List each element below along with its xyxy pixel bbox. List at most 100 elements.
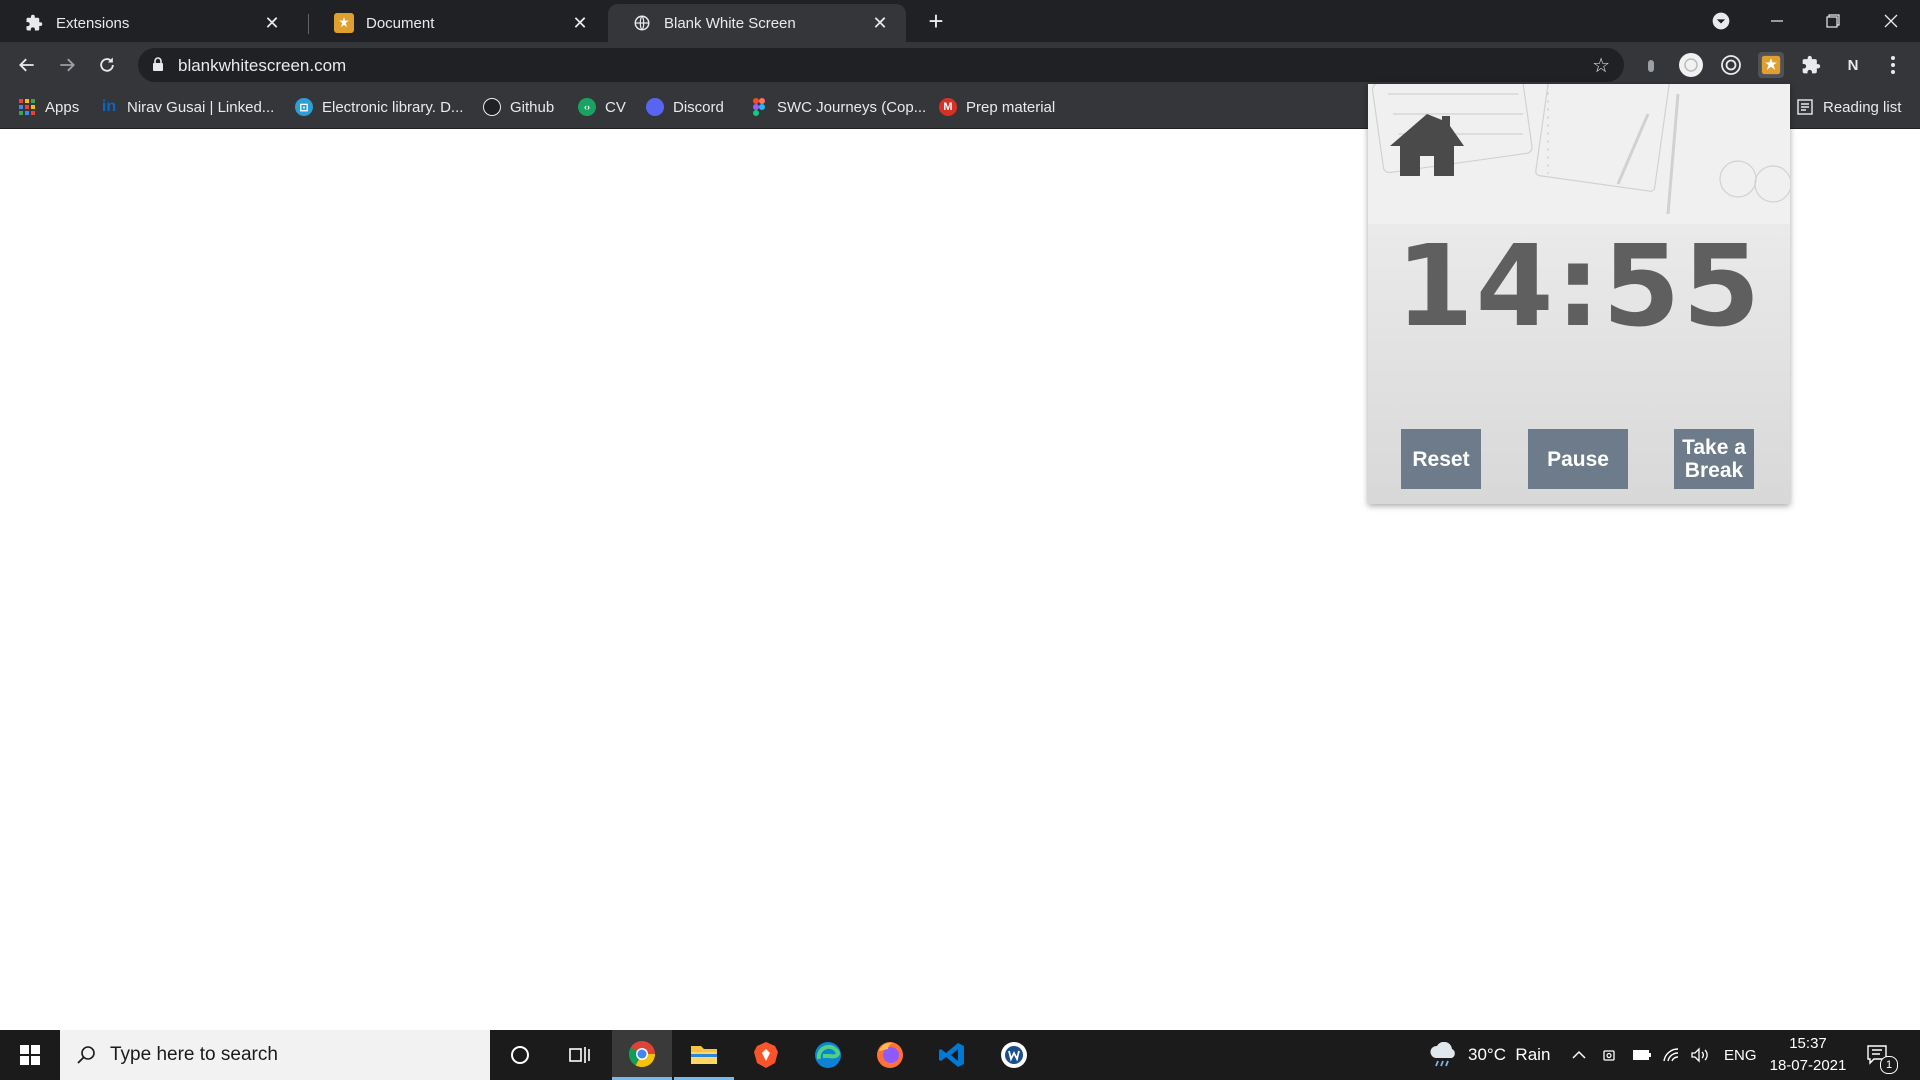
restore-icon xyxy=(1826,14,1840,28)
extension-button[interactable] xyxy=(1638,52,1664,78)
library-icon: ⊡ xyxy=(295,98,313,116)
minimize-button[interactable] xyxy=(1748,0,1806,42)
windows-taskbar: Type here to search 30°C Rain ENG 15:37 … xyxy=(0,1030,1920,1080)
tab-strip: Extensions ✕ Document ✕ Blank White Scre… xyxy=(0,0,1920,42)
apps-grid-icon xyxy=(18,98,36,116)
cortana-button[interactable] xyxy=(490,1030,550,1080)
weather-text: 30°C Rain xyxy=(1468,1045,1551,1064)
new-tab-button[interactable]: + xyxy=(922,8,950,36)
vscode-icon xyxy=(939,1043,964,1067)
tab-title: Extensions xyxy=(56,14,130,32)
cv-icon: ‹› xyxy=(578,98,596,116)
taskbar-edge[interactable] xyxy=(798,1030,858,1080)
tab-blank-white-screen[interactable]: Blank White Screen ✕ xyxy=(608,4,906,42)
tab-search-button[interactable] xyxy=(1692,0,1750,42)
action-center-button[interactable]: 1 xyxy=(1866,1030,1898,1080)
cortana-circle-icon xyxy=(511,1046,529,1064)
minimize-icon xyxy=(1771,20,1783,22)
close-window-button[interactable] xyxy=(1862,0,1920,42)
bookmark-star-icon[interactable]: ☆ xyxy=(1592,53,1610,78)
input-language[interactable]: ENG xyxy=(1724,1030,1757,1080)
globe-icon xyxy=(632,13,652,33)
close-tab-icon[interactable]: ✕ xyxy=(260,13,284,34)
target-icon xyxy=(1721,55,1741,75)
bookmark-swc-journeys[interactable]: SWC Journeys (Cop... xyxy=(750,98,926,116)
speaker-icon xyxy=(1691,1047,1708,1063)
extension-button[interactable] xyxy=(1718,52,1744,78)
chevron-up-icon xyxy=(1572,1050,1586,1059)
chrome-icon xyxy=(628,1040,656,1067)
meet-now-button[interactable] xyxy=(1602,1030,1618,1080)
clock[interactable]: 15:37 18-07-2021 xyxy=(1768,1030,1848,1080)
bookmark-electronic-library[interactable]: ⊡ Electronic library. D... xyxy=(295,98,463,116)
taskbar-app[interactable] xyxy=(984,1030,1044,1080)
volume-button[interactable] xyxy=(1690,1030,1710,1080)
bookmark-cv[interactable]: ‹› CV xyxy=(578,98,626,116)
clock-date: 18-07-2021 xyxy=(1769,1057,1847,1074)
notification-count-badge: 1 xyxy=(1880,1056,1898,1074)
back-button[interactable] xyxy=(12,50,42,80)
gmail-icon: M xyxy=(939,98,957,116)
arrow-left-icon xyxy=(19,58,34,72)
taskbar-vscode[interactable] xyxy=(922,1030,982,1080)
profile-avatar[interactable]: N xyxy=(1840,52,1866,78)
windows-logo-icon xyxy=(20,1045,40,1065)
forward-button[interactable] xyxy=(52,50,82,80)
bookmark-discord[interactable]: Discord xyxy=(646,98,724,116)
taskbar-chrome[interactable] xyxy=(612,1030,672,1080)
take-a-break-button[interactable]: Take a Break xyxy=(1674,429,1754,489)
bookmark-prep-material[interactable]: M Prep material xyxy=(939,98,1055,116)
extension-favicon-icon xyxy=(1761,55,1781,75)
bookmark-label: Electronic library. D... xyxy=(322,98,464,116)
taskbar-file-explorer[interactable] xyxy=(674,1030,734,1080)
wifi-icon xyxy=(1663,1048,1679,1062)
pomodoro-extension-button[interactable] xyxy=(1758,52,1784,78)
bookmark-apps[interactable]: Apps xyxy=(18,98,79,116)
bookmark-linkedin[interactable]: in Nirav Gusai | Linked... xyxy=(100,98,274,116)
tab-separator xyxy=(308,14,309,34)
taskbar-search-box[interactable]: Type here to search xyxy=(60,1030,490,1080)
tab-document[interactable]: Document ✕ xyxy=(310,4,606,42)
pause-button[interactable]: Pause xyxy=(1528,429,1628,489)
bookmark-label: CV xyxy=(605,98,626,116)
close-tab-icon[interactable]: ✕ xyxy=(868,13,892,34)
linkedin-icon: in xyxy=(101,98,117,115)
discord-icon xyxy=(646,98,664,116)
timer-display: 14:55 xyxy=(1395,222,1763,352)
reset-button[interactable]: Reset xyxy=(1401,429,1481,489)
extension-favicon-icon xyxy=(334,13,354,33)
puzzle-icon xyxy=(24,13,44,33)
bookmark-github[interactable]: Github xyxy=(483,98,554,116)
take-a-break-label-line1: Take a xyxy=(1682,436,1746,459)
tab-title: Blank White Screen xyxy=(664,14,796,32)
figma-icon xyxy=(750,98,768,116)
network-button[interactable] xyxy=(1662,1030,1680,1080)
extension-icon-2 xyxy=(1679,53,1703,77)
close-tab-icon[interactable]: ✕ xyxy=(568,13,592,34)
battery-button[interactable] xyxy=(1632,1030,1652,1080)
tab-title: Document xyxy=(366,14,435,32)
taskbar-brave[interactable] xyxy=(736,1030,796,1080)
address-bar[interactable]: blankwhitescreen.com ☆ xyxy=(138,48,1624,82)
home-icon[interactable] xyxy=(1388,112,1466,183)
tab-extensions[interactable]: Extensions ✕ xyxy=(0,4,298,42)
puzzle-icon xyxy=(1802,55,1821,74)
restore-button[interactable] xyxy=(1804,0,1862,42)
taskbar-firefox[interactable] xyxy=(860,1030,920,1080)
show-hidden-icons-button[interactable] xyxy=(1572,1030,1586,1080)
arrow-right-icon xyxy=(60,58,75,72)
start-button[interactable] xyxy=(0,1030,60,1080)
url-text[interactable]: blankwhitescreen.com xyxy=(178,56,346,76)
extensions-menu-button[interactable] xyxy=(1798,52,1824,78)
edge-icon xyxy=(815,1042,841,1068)
brave-lion-icon xyxy=(754,1042,778,1068)
extension-button[interactable] xyxy=(1678,52,1704,78)
task-view-button[interactable] xyxy=(550,1030,610,1080)
browser-toolbar: blankwhitescreen.com ☆ N xyxy=(0,42,1920,88)
reload-button[interactable] xyxy=(92,50,122,80)
lock-icon[interactable] xyxy=(152,57,164,76)
browser-menu-button[interactable] xyxy=(1880,52,1906,78)
folder-icon xyxy=(691,1045,717,1064)
weather-widget[interactable]: 30°C Rain xyxy=(1428,1030,1550,1080)
reading-list-button[interactable]: Reading list xyxy=(1796,98,1901,116)
